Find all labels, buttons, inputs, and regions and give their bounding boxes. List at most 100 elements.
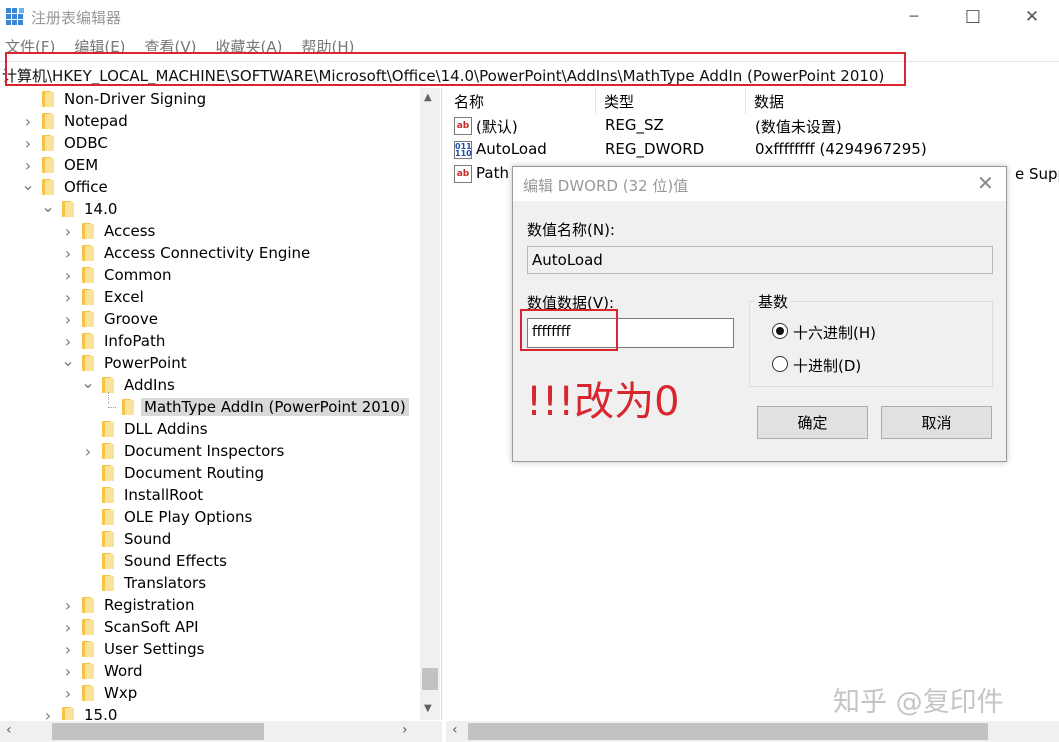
chevron-right-icon[interactable]: › [62,220,74,242]
tree-node[interactable]: › Registration [62,594,195,616]
chevron-down-icon[interactable]: ⌄ [21,173,34,195]
tree-node[interactable]: Translators [82,572,206,594]
tree-node-label: Access Connectivity Engine [104,244,311,262]
tree-node[interactable]: ⌄ PowerPoint [61,349,186,374]
column-header-data[interactable]: 数据 [746,88,1059,114]
address-bar[interactable]: 计算机\HKEY_LOCAL_MACHINE\SOFTWARE\Microsof… [0,61,1059,87]
value-name-label: 数值名称(N): [527,221,615,239]
binary-value-icon: 011 110 [454,141,472,159]
tree-node[interactable]: OLE Play Options [82,506,252,528]
tree-node[interactable]: › Word [62,660,143,682]
value-type: REG_DWORD [605,140,705,158]
chevron-right-icon[interactable]: › [62,682,74,704]
tree-node[interactable]: › Document Inspectors [82,440,284,462]
tree-node[interactable]: ⌄ 14.0 [41,195,117,220]
values-hscroll-thumb[interactable] [468,723,988,740]
value-data-highlight-box [520,309,618,351]
tree-node[interactable]: › Groove [62,308,158,330]
tree-node-label: Word [104,662,143,680]
tree-node[interactable]: › User Settings [62,638,205,660]
tree-node[interactable]: › InfoPath [62,330,166,352]
chevron-right-icon[interactable]: › [22,132,34,154]
tree-hscroll-thumb[interactable] [52,723,264,740]
tree-node[interactable]: › Access [62,220,156,242]
tree-vertical-scrollbar[interactable]: ▲ ▼ [420,88,440,720]
chevron-right-icon[interactable]: › [62,660,74,682]
scroll-right-arrow-icon[interactable]: › [402,722,408,738]
chevron-right-icon[interactable]: › [62,616,74,638]
tree-node-label: Notepad [64,112,128,130]
chevron-down-icon[interactable]: ⌄ [81,371,94,393]
tree-node[interactable]: Sound Effects [82,550,227,572]
close-button[interactable]: ✕ [1003,0,1059,34]
chevron-down-icon[interactable]: ⌄ [41,195,54,217]
maximize-button[interactable]: ☐ [944,0,1002,34]
tree-node-label: OEM [64,156,99,174]
dec-radio-label[interactable]: 十进制(D) [793,355,861,376]
folder-icon [82,223,96,239]
tree-node[interactable]: › Access Connectivity Engine [62,242,311,264]
column-header-type[interactable]: 类型 [596,88,746,114]
tree-node[interactable]: ⌄ Office [21,173,108,198]
value-row[interactable]: ab (默认) REG_SZ (数值未设置) [446,114,1059,138]
chevron-right-icon[interactable]: › [22,110,34,132]
hex-radio-label[interactable]: 十六进制(H) [793,322,876,343]
minimize-button[interactable]: ─ [885,0,943,34]
chevron-right-icon[interactable]: › [62,638,74,660]
column-header-name[interactable]: 名称 [446,88,596,114]
value-row[interactable]: 011 110 AutoLoad REG_DWORD 0xffffffff (4… [446,138,1059,162]
menu-view[interactable]: 查看(V) [140,36,197,60]
tree-node[interactable]: › 15.0 [42,704,117,720]
scroll-down-arrow-icon[interactable]: ▼ [424,703,432,714]
tree-node[interactable]: ⌄ AddIns [81,371,175,396]
tree-node-label: Access [104,222,156,240]
dec-radio[interactable] [772,356,788,372]
chevron-right-icon[interactable]: › [62,286,74,308]
tree-node[interactable]: › Excel [62,286,144,308]
chevron-right-icon[interactable]: › [62,308,74,330]
tree-node[interactable]: › Wxp [62,682,137,704]
chevron-down-icon[interactable]: ⌄ [61,349,74,371]
folder-icon [82,663,96,679]
menu-file[interactable]: 文件(F) [0,36,55,60]
folder-icon [102,377,116,393]
tree-node[interactable]: › ODBC [22,132,108,154]
tree-node[interactable]: › ScanSoft API [62,616,199,638]
chevron-right-icon[interactable]: › [82,440,94,462]
folder-icon [82,355,96,371]
folder-icon [102,465,116,481]
tree-node-label: Groove [104,310,158,328]
tree-node[interactable]: Sound [82,528,171,550]
cancel-button[interactable]: 取消 [881,406,992,439]
tree-node-label: Sound Effects [124,552,227,570]
scroll-left-arrow-icon[interactable]: ‹ [6,722,12,738]
tree-node[interactable]: › Common [62,264,172,286]
tree-node[interactable]: › Notepad [22,110,128,132]
tree-node[interactable]: DLL Addins [82,418,208,440]
chevron-right-icon[interactable]: › [62,594,74,616]
hex-radio[interactable] [772,323,788,339]
chevron-right-icon[interactable]: › [62,242,74,264]
chevron-right-icon[interactable]: › [62,264,74,286]
tree-node[interactable]: Non-Driver Signing [22,88,206,110]
folder-icon [82,685,96,701]
folder-icon [82,333,96,349]
values-horizontal-scrollbar[interactable]: ‹ [446,721,1059,742]
tree-node-label: ODBC [64,134,108,152]
menu-favorites[interactable]: 收藏夹(A) [211,36,283,60]
menu-help[interactable]: 帮助(H) [296,36,354,60]
dialog-close-icon[interactable]: ✕ [977,171,994,195]
scroll-left-arrow-icon[interactable]: ‹ [452,722,458,738]
tree-node[interactable]: MathType AddIn (PowerPoint 2010) [102,396,409,418]
menu-edit[interactable]: 编辑(E) [69,36,125,60]
tree-scroll-thumb[interactable] [422,668,438,690]
tree-node[interactable]: Document Routing [82,462,264,484]
tree-horizontal-scrollbar[interactable]: ‹ › [0,721,442,742]
chevron-right-icon[interactable]: › [42,704,54,721]
tree-node[interactable]: InstallRoot [82,484,203,506]
scroll-up-arrow-icon[interactable]: ▲ [424,92,432,103]
ok-button[interactable]: 确定 [757,406,868,439]
value-data: (数值未设置) [755,118,842,136]
